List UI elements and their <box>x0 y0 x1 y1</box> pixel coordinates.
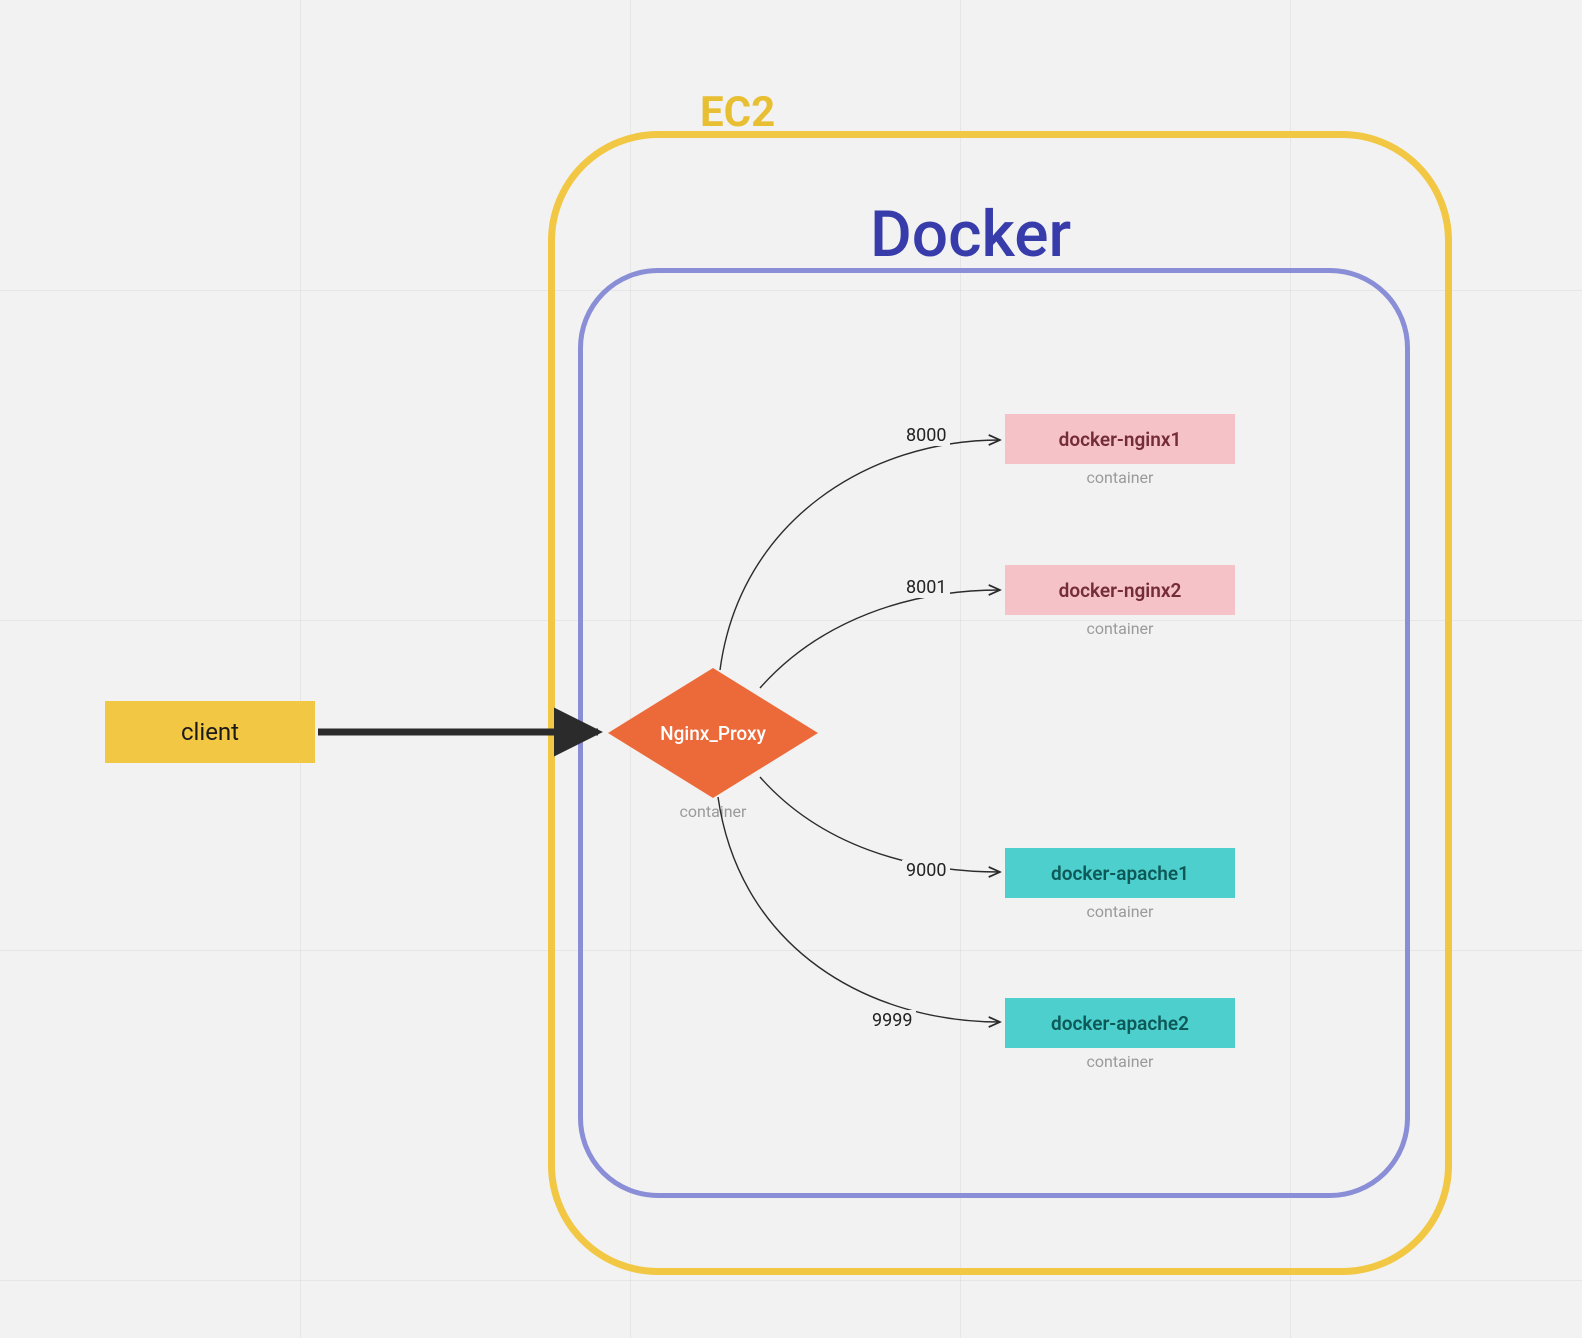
node-client[interactable]: client <box>105 701 315 763</box>
node-nginx-proxy-label: Nginx_Proxy <box>608 668 818 798</box>
node-docker-nginx2-label: docker-nginx2 <box>1059 579 1182 602</box>
edge-label-8001: 8001 <box>902 577 950 598</box>
node-docker-nginx1[interactable]: docker-nginx1 container <box>1005 414 1235 487</box>
node-docker-apache1[interactable]: docker-apache1 container <box>1005 848 1235 921</box>
edge-label-8000: 8000 <box>902 425 950 446</box>
group-ec2-label: EC2 <box>700 88 775 137</box>
node-docker-apache2-label: docker-apache2 <box>1051 1012 1189 1035</box>
node-docker-apache1-label: docker-apache1 <box>1051 862 1189 885</box>
group-docker-label: Docker <box>870 197 1071 272</box>
node-docker-nginx2[interactable]: docker-nginx2 container <box>1005 565 1235 638</box>
node-docker-nginx2-sub: container <box>1005 619 1235 638</box>
node-docker-apache2-sub: container <box>1005 1052 1235 1071</box>
node-docker-apache1-sub: container <box>1005 902 1235 921</box>
node-nginx-proxy[interactable]: Nginx_Proxy container <box>608 668 818 798</box>
node-docker-nginx1-sub: container <box>1005 468 1235 487</box>
node-docker-apache2[interactable]: docker-apache2 container <box>1005 998 1235 1071</box>
node-client-label: client <box>181 718 239 746</box>
node-nginx-proxy-sub: container <box>608 802 818 821</box>
node-docker-nginx1-label: docker-nginx1 <box>1059 428 1182 451</box>
edge-label-9999: 9999 <box>868 1010 916 1031</box>
edge-label-9000: 9000 <box>902 860 950 881</box>
